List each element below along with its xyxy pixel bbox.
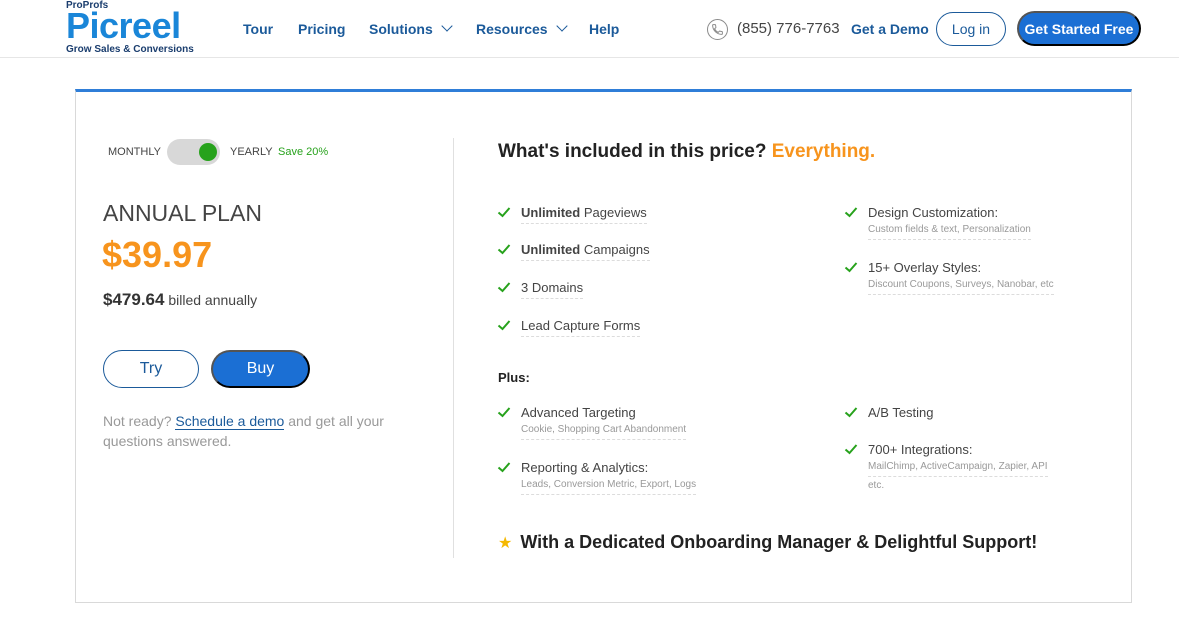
billing-period-toggle[interactable] [167,139,220,165]
feature-text: Advanced Targeting [521,405,636,420]
try-button[interactable]: Try [103,350,199,388]
save-badge: Save 20% [278,146,329,158]
logo-tagline: Grow Sales & Conversions [66,44,194,55]
feature-item: 3 Domains [497,280,584,299]
chevron-down-icon [441,20,453,32]
plan-price: $39.97 [102,234,213,275]
billed-amount: $479.64 [103,290,165,309]
feature-text: Lead Capture Forms [521,318,641,337]
check-icon [497,320,511,331]
plus-label: Plus: [498,370,530,385]
feature-subtext: Discount Coupons, Surveys, Nanobar, etc [868,278,1054,295]
pricing-card: MONTHLY YEARLY Save 20% ANNUAL PLAN $39.… [75,89,1132,603]
login-button[interactable]: Log in [936,12,1006,46]
feature-item: 15+ Overlay Styles: Discount Coupons, Su… [844,260,1054,295]
logo-name: Picreel [66,5,181,46]
check-icon [497,207,511,218]
nav-help[interactable]: Help [589,20,619,38]
monthly-label[interactable]: MONTHLY [108,146,161,158]
feature-subtext: Cookie, Shopping Cart Abandonment [521,423,687,440]
check-icon [497,407,511,418]
feature-text: A/B Testing [868,405,934,420]
check-icon [497,462,511,473]
check-icon [844,262,858,273]
nav-pricing-label: Pricing [298,21,346,37]
feature-text: 15+ Overlay Styles: [868,260,982,275]
plan-name: ANNUAL PLAN [103,200,262,226]
feature-text: Campaigns [583,242,650,257]
feature-text: 3 Domains [521,280,584,299]
feature-item: Advanced Targeting Cookie, Shopping Cart… [497,405,687,440]
not-ready-prefix: Not ready? [103,413,172,429]
feature-text: Reporting & Analytics: [521,460,649,475]
nav-tour-label: Tour [243,21,274,37]
feature-subtext: MailChimp, ActiveCampaign, Zapier, API [868,460,1048,477]
chevron-down-icon [555,20,568,32]
nav-resources-label: Resources [476,21,548,37]
check-icon [497,244,511,255]
check-icon [844,207,858,218]
check-icon [497,282,511,293]
nav-pricing[interactable]: Pricing [298,20,345,38]
toggle-knob [199,143,217,161]
included-title: What's included in this price? Everythin… [498,141,875,163]
feature-text: Pageviews [583,205,647,220]
support-text: With a Dedicated Onboarding Manager & De… [520,532,1038,552]
nav-solutions-label: Solutions [369,21,433,37]
star-icon: ★ [498,535,513,552]
check-icon [844,444,858,455]
billed-annually: $479.64 billed annually [103,290,257,310]
support-banner: ★ With a Dedicated Onboarding Manager & D… [498,532,1037,553]
nav-tour[interactable]: Tour [243,20,273,38]
feature-text: Design Customization: [868,205,999,220]
feature-subtext: Leads, Conversion Metric, Export, Logs [521,478,697,495]
feature-item: Design Customization: Custom fields & te… [844,205,1031,240]
feature-item: Unlimited Pageviews [497,205,647,224]
feature-item: A/B Testing [844,405,934,421]
feature-text: 700+ Integrations: [868,442,973,457]
feature-item: Reporting & Analytics: Leads, Conversion… [497,460,697,495]
not-ready-text: Not ready? Schedule a demo and get all y… [103,411,403,451]
yearly-label[interactable]: YEARLY [230,146,273,158]
nav-solutions[interactable]: Solutions [369,20,453,38]
picreel-logo[interactable]: ProProfs Picreel Grow Sales & Conversion… [66,0,196,58]
phone-number-link[interactable]: (855) 776-7763 [737,20,840,37]
get-started-button[interactable]: Get Started Free [1017,11,1141,46]
billed-text: billed annually [168,292,258,308]
check-icon [844,407,858,418]
get-demo-link[interactable]: Get a Demo [851,21,929,37]
feature-subtext: Custom fields & text, Personalization [868,223,1031,240]
nav-help-label: Help [589,21,620,37]
nav-resources[interactable]: Resources [476,20,568,38]
feature-subtext: etc. [868,480,885,491]
included-title-prefix: What's included in this price? [498,141,767,162]
feature-item: Unlimited Campaigns [497,242,650,261]
feature-item: 700+ Integrations: MailChimp, ActiveCamp… [844,442,1048,492]
buy-button[interactable]: Buy [211,350,310,388]
schedule-demo-link[interactable]: Schedule a demo [175,413,285,430]
feature-bold: Unlimited [521,205,581,220]
feature-bold: Unlimited [521,242,581,257]
column-divider [453,138,454,558]
feature-item: Lead Capture Forms [497,318,641,337]
included-title-highlight: Everything. [771,141,876,162]
site-header: ProProfs Picreel Grow Sales & Conversion… [0,0,1179,58]
phone-icon [707,19,728,40]
